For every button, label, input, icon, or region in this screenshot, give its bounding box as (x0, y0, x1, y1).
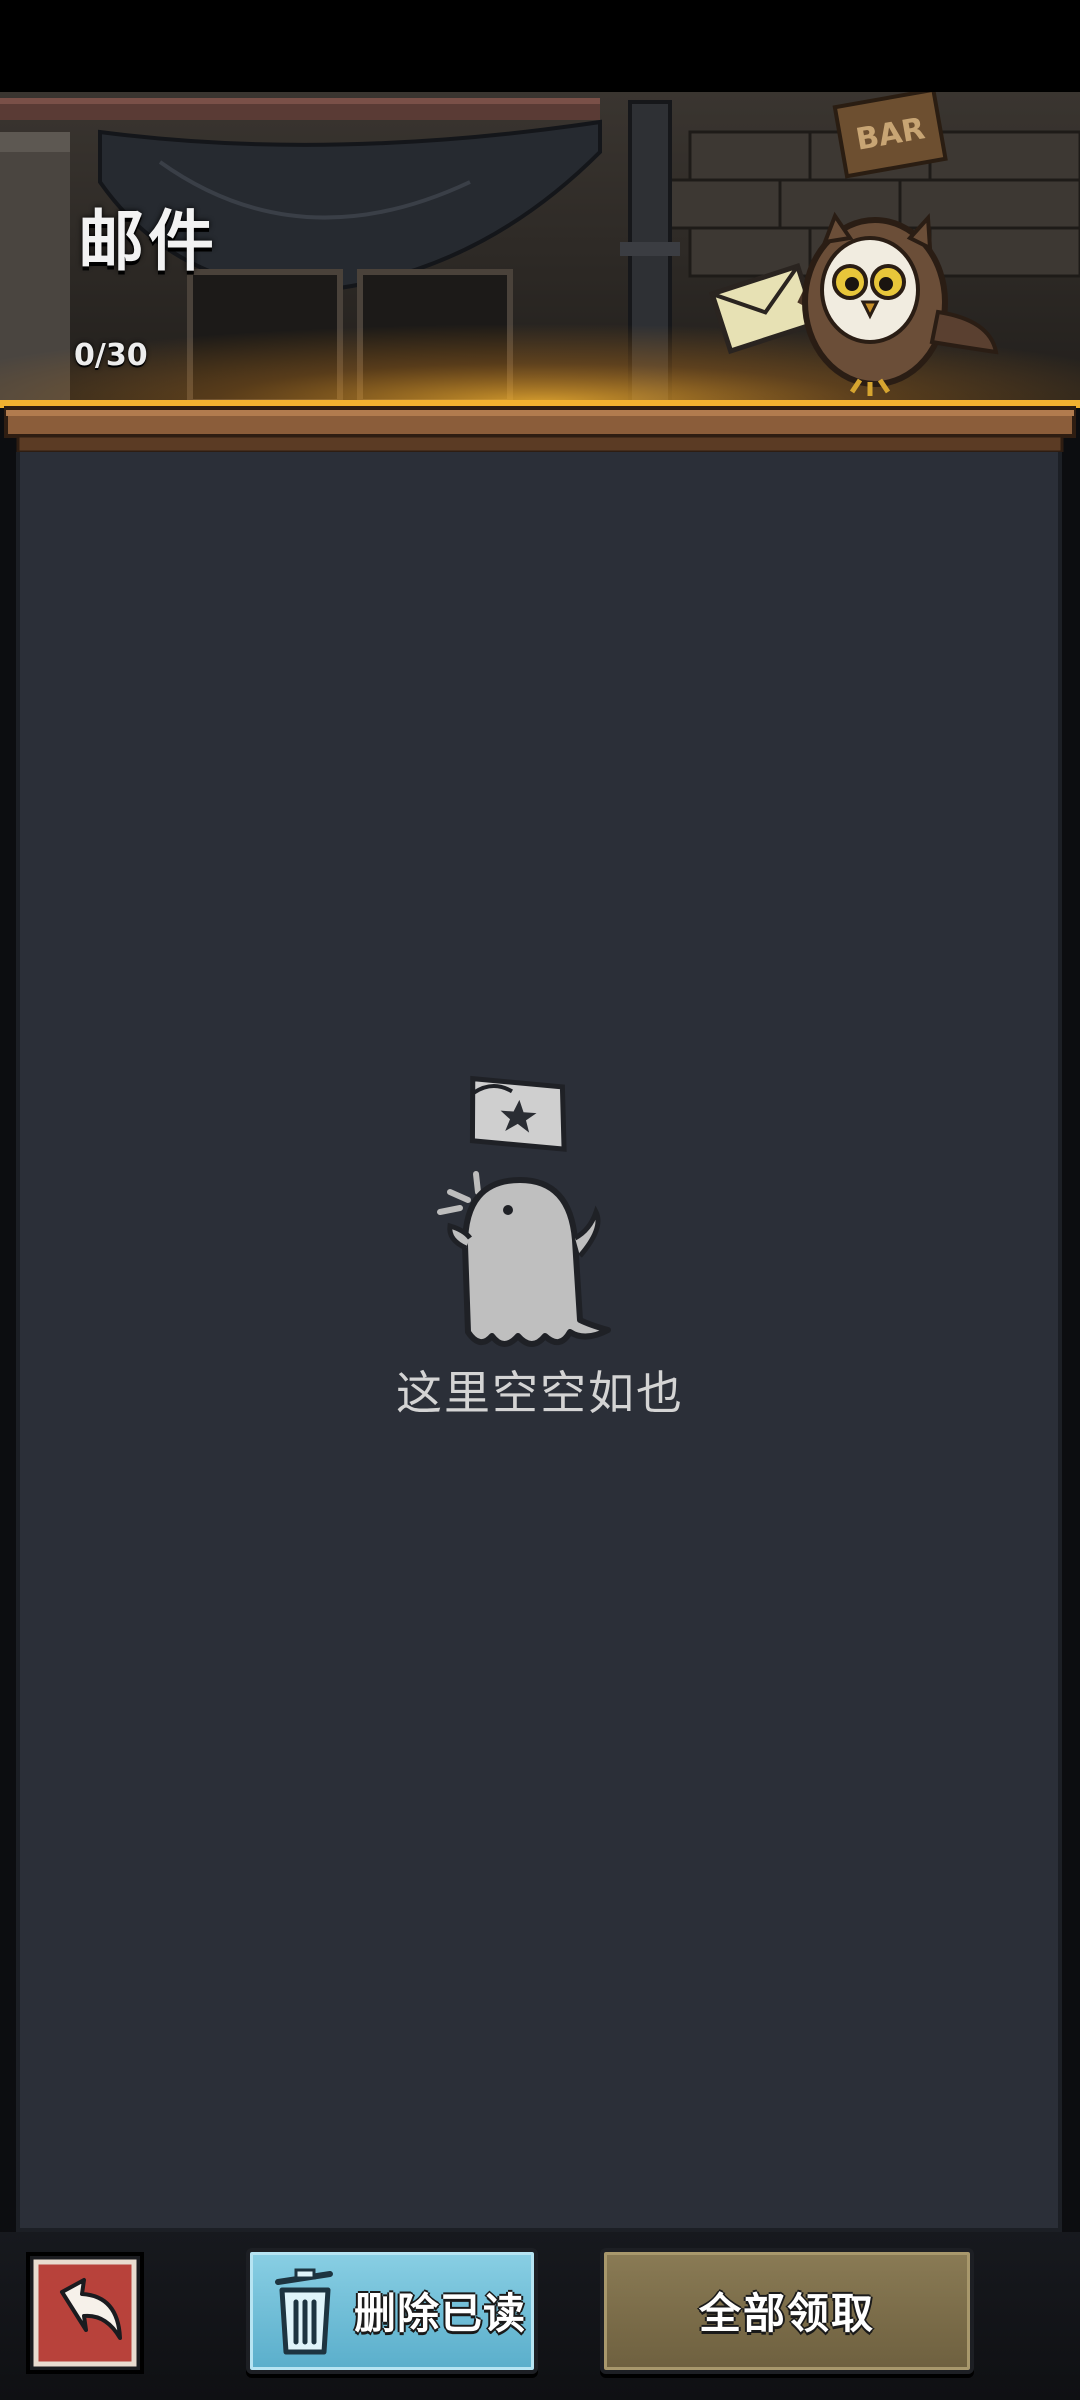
back-button[interactable] (24, 2250, 146, 2376)
mail-count: 0/30 (74, 338, 148, 373)
empty-message: 这里空空如也 (396, 1366, 684, 1420)
mail-screen: BAR 邮件 0/30 这里空空如也 删除已读 全部领取 (0, 0, 1080, 2400)
status-bar (0, 0, 1080, 92)
empty-ghost-icon (437, 1075, 611, 1347)
claim-all-button[interactable]: 全部领取 (600, 2248, 974, 2374)
delete-read-button[interactable]: 删除已读 (246, 2248, 538, 2374)
claim-all-label: 全部领取 (698, 2289, 875, 2338)
owl-mail-carrier-icon (708, 211, 999, 396)
trash-icon (275, 2268, 333, 2355)
mail-header: BAR 邮件 0/30 (0, 92, 1080, 402)
delete-read-label: 删除已读 (354, 2289, 527, 2338)
page-title: 邮件 (78, 203, 218, 280)
wooden-shelf (0, 400, 1080, 452)
